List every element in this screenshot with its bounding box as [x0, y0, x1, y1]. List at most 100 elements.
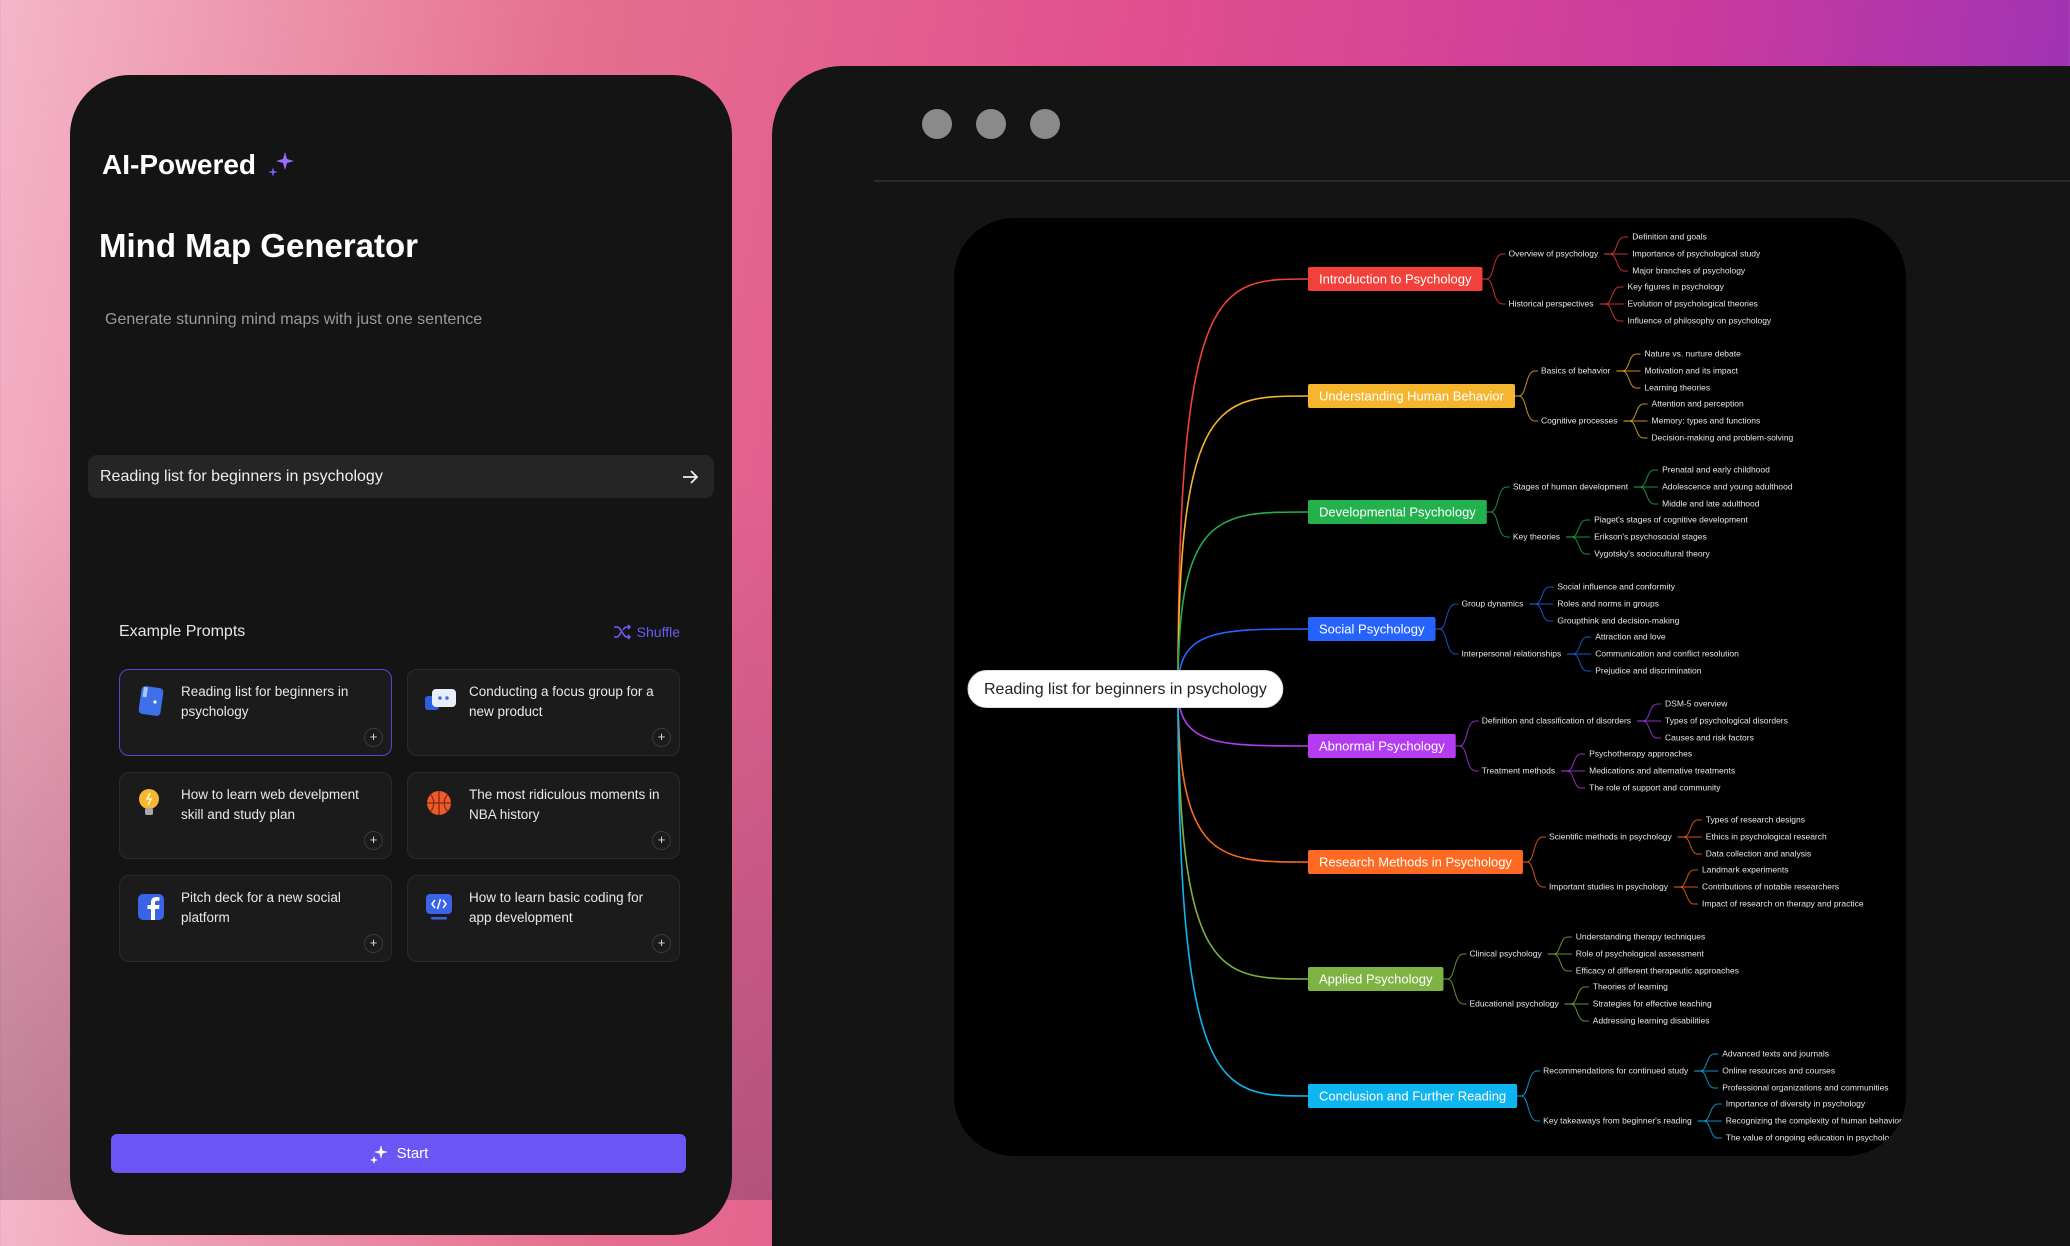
- root-label: Reading list for beginners in psychology: [984, 681, 1267, 698]
- sub-connector: [1517, 1070, 1541, 1097]
- leaf-connector: [1567, 636, 1592, 655]
- leaf-topic: Contributions of notable researchers: [1702, 881, 1839, 891]
- sub-topic: Recommendations for continued study: [1543, 1065, 1689, 1075]
- sub-topic: Definition and classification of disorde…: [1482, 715, 1631, 725]
- page-subtitle: Generate stunning mind maps with just on…: [105, 311, 483, 328]
- chat-bubbles-icon: [424, 684, 456, 718]
- example-prompt-text: The most ridiculous moments in NBA histo…: [469, 787, 660, 822]
- leaf-topic: Memory: types and functions: [1652, 415, 1761, 425]
- leaf-topic: Evolution of psychological theories: [1628, 298, 1758, 308]
- branch-connector: [1177, 511, 1309, 690]
- add-icon[interactable]: +: [364, 934, 383, 953]
- leaf-topic: Types of psychological disorders: [1665, 715, 1788, 725]
- leaf-topic: Decision-making and problem-solving: [1652, 432, 1794, 442]
- generator-panel: AI-Powered Mind Map Generator Generate s…: [70, 75, 732, 1235]
- leaf-topic: Role of psychological assessment: [1576, 948, 1705, 958]
- facebook-icon: [136, 890, 166, 924]
- sub-topic: Key takeaways from beginner's reading: [1543, 1115, 1692, 1125]
- leaf-topic: Erikson's psychosocial stages: [1594, 531, 1707, 541]
- leaf-topic: Impact of research on therapy and practi…: [1702, 898, 1864, 908]
- leaf-topic: Communication and conflict resolution: [1595, 648, 1739, 658]
- add-icon[interactable]: +: [652, 831, 671, 850]
- lightbulb-icon: [136, 787, 166, 821]
- arrow-right-icon[interactable]: [680, 467, 700, 487]
- shuffle-button[interactable]: Shuffle: [613, 624, 680, 640]
- sparkle-icon: [369, 1144, 388, 1164]
- sub-connector: [1522, 861, 1546, 888]
- brand-label: AI-Powered: [102, 149, 257, 180]
- sub-topic: Cognitive processes: [1541, 415, 1618, 425]
- add-icon[interactable]: +: [652, 934, 671, 953]
- example-prompt-text: Pitch deck for a new social platform: [181, 890, 341, 925]
- leaf-topic: Attraction and love: [1595, 631, 1666, 641]
- leaf-topic: Online resources and courses: [1722, 1065, 1835, 1075]
- branch-connector: [1177, 688, 1309, 863]
- prompt-input-value[interactable]: Reading list for beginners in psychology: [100, 468, 383, 486]
- example-prompt-card[interactable]: Conducting a focus group for a new produ…: [407, 669, 680, 756]
- window-dot: [1030, 109, 1060, 139]
- sub-connector: [1522, 836, 1546, 863]
- sub-connector: [1515, 370, 1538, 397]
- branch-label: Introduction to Psychology: [1319, 271, 1472, 286]
- page-title: Mind Map Generator: [99, 227, 419, 264]
- leaf-connector: [1529, 586, 1554, 605]
- add-icon[interactable]: +: [652, 728, 671, 747]
- sub-connector: [1455, 745, 1479, 772]
- book-icon: [136, 684, 166, 718]
- branch-label: Social Psychology: [1319, 621, 1425, 636]
- example-prompt-text: How to learn web develpment skill and st…: [181, 787, 359, 822]
- sub-connector: [1443, 978, 1467, 1005]
- leaf-connector: [1616, 370, 1641, 389]
- leaf-connector: [1674, 886, 1698, 905]
- branch-label: Understanding Human Behavior: [1319, 388, 1505, 403]
- leaf-connector: [1637, 703, 1662, 722]
- leaf-topic: Psychotherapy approaches: [1589, 748, 1692, 758]
- example-prompt-card[interactable]: How to learn basic coding for app develo…: [407, 875, 680, 962]
- example-prompt-card[interactable]: The most ridiculous moments in NBA histo…: [407, 772, 680, 859]
- leaf-connector: [1677, 836, 1702, 855]
- sub-connector: [1517, 1095, 1541, 1122]
- leaf-topic: Addressing learning disabilities: [1593, 1015, 1710, 1025]
- sub-topic: Important studies in psychology: [1549, 881, 1669, 891]
- leaf-topic: Key figures in psychology: [1628, 281, 1725, 291]
- leaf-connector: [1634, 486, 1659, 505]
- leaf-connector: [1566, 519, 1591, 538]
- leaf-topic: Recognizing the complexity of human beha…: [1726, 1115, 1902, 1125]
- leaf-topic: Vygotsky's sociocultural theory: [1594, 548, 1710, 558]
- leaf-topic: Types of research designs: [1706, 814, 1805, 824]
- sparkle-icon: [268, 152, 295, 177]
- start-button[interactable]: Start: [111, 1134, 686, 1173]
- sub-topic: Basics of behavior: [1541, 365, 1611, 375]
- leaf-connector: [1599, 286, 1624, 305]
- leaf-connector: [1697, 1120, 1722, 1139]
- leaf-topic: Definition and goals: [1632, 231, 1707, 241]
- leaf-topic: Nature vs. nurture debate: [1644, 348, 1741, 358]
- leaf-topic: Ethics in psychological research: [1706, 831, 1827, 841]
- branch-label: Research Methods in Psychology: [1319, 854, 1512, 869]
- sub-topic: Group dynamics: [1462, 598, 1524, 608]
- leaf-topic: Understanding therapy techniques: [1576, 931, 1705, 941]
- sub-connector: [1443, 953, 1467, 980]
- leaf-connector: [1623, 420, 1648, 439]
- shuffle-icon: [613, 624, 631, 640]
- prompt-input[interactable]: Reading list for beginners in psychology: [88, 455, 714, 498]
- leaf-topic: Major branches of psychology: [1632, 265, 1746, 275]
- leaf-topic: The role of support and community: [1589, 782, 1721, 792]
- basketball-icon: [424, 787, 454, 821]
- sub-connector: [1435, 628, 1459, 655]
- code-monitor-icon: [424, 890, 454, 924]
- leaf-topic: DSM-5 overview: [1665, 698, 1728, 708]
- example-prompt-card[interactable]: How to learn web develpment skill and st…: [119, 772, 392, 859]
- leaf-connector: [1694, 1053, 1719, 1072]
- example-prompt-card[interactable]: Reading list for beginners in psychology…: [119, 669, 392, 756]
- sub-topic: Treatment methods: [1482, 765, 1555, 775]
- sub-connector: [1515, 395, 1538, 422]
- leaf-topic: Roles and norms in groups: [1557, 598, 1659, 608]
- add-icon[interactable]: +: [364, 728, 383, 747]
- leaf-topic: Social influence and conformity: [1557, 581, 1675, 591]
- leaf-topic: Motivation and its impact: [1644, 365, 1738, 375]
- add-icon[interactable]: +: [364, 831, 383, 850]
- leaf-connector: [1616, 353, 1641, 372]
- example-prompt-card[interactable]: Pitch deck for a new social platform +: [119, 875, 392, 962]
- leaf-connector: [1697, 1103, 1722, 1122]
